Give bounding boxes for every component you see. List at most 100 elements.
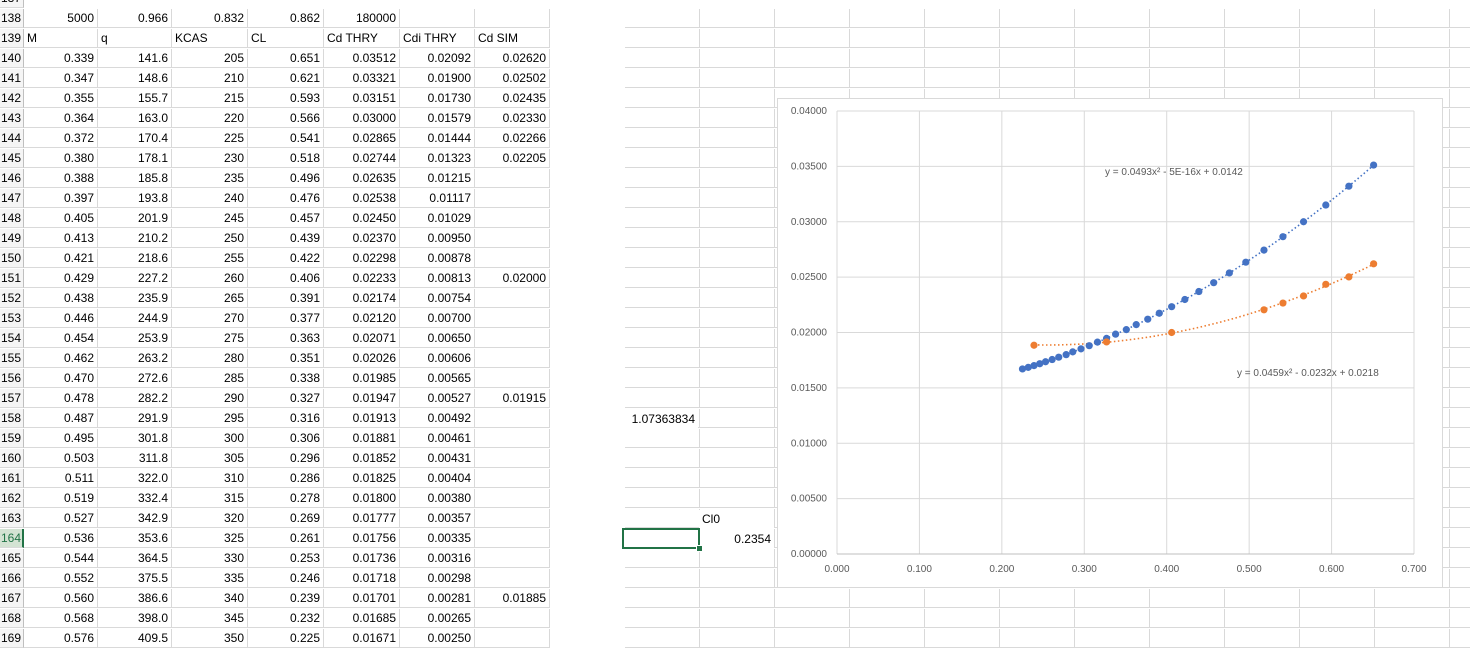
sheet-cell[interactable]: 0.00357 xyxy=(400,509,475,528)
sheet-cell[interactable] xyxy=(700,469,775,488)
sheet-cell[interactable] xyxy=(775,629,850,648)
sheet-cell[interactable]: 0.446 xyxy=(24,309,98,328)
sheet-cell[interactable] xyxy=(475,309,550,328)
sheet-cell[interactable]: 0.01685 xyxy=(324,609,400,628)
sheet-cell[interactable]: 163.0 xyxy=(98,109,172,128)
sheet-cell[interactable] xyxy=(850,29,925,48)
row-header[interactable]: 141 xyxy=(0,69,24,88)
sheet-cell[interactable] xyxy=(475,549,550,568)
sheet-cell[interactable]: 0.966 xyxy=(98,9,172,28)
sheet-cell[interactable] xyxy=(625,449,700,468)
sheet-cell[interactable]: 0.454 xyxy=(24,329,98,348)
sheet-cell[interactable]: 409.5 xyxy=(98,629,172,648)
sheet-cell[interactable]: 0.405 xyxy=(24,209,98,228)
sheet-cell-value[interactable]: Cl0 xyxy=(699,510,774,529)
sheet-cell[interactable]: 235.9 xyxy=(98,289,172,308)
sheet-cell[interactable]: 0.01777 xyxy=(324,509,400,528)
sheet-cell[interactable]: 0.01985 xyxy=(324,369,400,388)
sheet-cell[interactable] xyxy=(1000,9,1075,28)
sheet-cell[interactable]: 148.6 xyxy=(98,69,172,88)
sheet-cell[interactable]: 0.01671 xyxy=(324,629,400,648)
sheet-cell[interactable]: 272.6 xyxy=(98,369,172,388)
sheet-cell[interactable] xyxy=(1075,609,1150,628)
sheet-cell[interactable]: 0.00404 xyxy=(400,469,475,488)
sheet-cell[interactable] xyxy=(775,29,850,48)
sheet-cell[interactable]: 0.00650 xyxy=(400,329,475,348)
sheet-cell[interactable] xyxy=(850,9,925,28)
sheet-cell[interactable] xyxy=(1075,589,1150,608)
sheet-cell[interactable] xyxy=(1300,589,1375,608)
sheet-cell[interactable]: 0.01215 xyxy=(400,169,475,188)
sheet-cell[interactable]: 0.02298 xyxy=(324,249,400,268)
sheet-cell[interactable] xyxy=(475,369,550,388)
sheet-cell[interactable]: 0.296 xyxy=(248,449,324,468)
sheet-cell[interactable]: 375.5 xyxy=(98,569,172,588)
sheet-cell[interactable] xyxy=(1300,69,1375,88)
data-point-series-2[interactable] xyxy=(1322,280,1330,288)
sheet-cell[interactable] xyxy=(625,389,700,408)
sheet-cell[interactable]: 0.00461 xyxy=(400,429,475,448)
sheet-cell[interactable]: 210 xyxy=(172,69,248,88)
row-header[interactable]: 139 xyxy=(0,29,24,48)
row-header[interactable]: 161 xyxy=(0,469,24,488)
sheet-cell[interactable]: 0.00527 xyxy=(400,389,475,408)
sheet-cell[interactable] xyxy=(475,409,550,428)
sheet-cell[interactable]: 0.651 xyxy=(248,49,324,68)
sheet-cell[interactable]: 180000 xyxy=(324,9,400,28)
sheet-cell[interactable]: 0.01913 xyxy=(324,409,400,428)
sheet-cell[interactable]: 0.02174 xyxy=(324,289,400,308)
data-point-series-1[interactable] xyxy=(1093,338,1102,346)
sheet-cell[interactable]: 340 xyxy=(172,589,248,608)
sheet-cell[interactable] xyxy=(700,149,775,168)
sheet-cell[interactable] xyxy=(850,629,925,648)
sheet-cell[interactable] xyxy=(700,69,775,88)
sheet-cell[interactable]: 0.576 xyxy=(24,629,98,648)
data-point-series-1[interactable] xyxy=(1048,355,1056,364)
sheet-cell[interactable]: 244.9 xyxy=(98,309,172,328)
sheet-cell[interactable]: 0.03151 xyxy=(324,89,400,108)
sheet-cell[interactable]: 0.00565 xyxy=(400,369,475,388)
sheet-cell[interactable]: 0.01915 xyxy=(475,389,550,408)
sheet-cell[interactable]: 0.552 xyxy=(24,569,98,588)
row-header[interactable]: 137 xyxy=(0,0,24,8)
sheet-cell[interactable]: 0.02370 xyxy=(324,229,400,248)
sheet-cell[interactable] xyxy=(475,169,550,188)
data-point-series-1[interactable] xyxy=(1260,246,1268,254)
data-point-series-1[interactable] xyxy=(1085,342,1093,350)
sheet-cell[interactable] xyxy=(1375,9,1450,28)
sheet-cell[interactable]: 285 xyxy=(172,369,248,388)
sheet-cell[interactable]: 0.02205 xyxy=(475,149,550,168)
sheet-cell[interactable] xyxy=(625,289,700,308)
row-header[interactable]: 169 xyxy=(0,629,24,648)
sheet-cell[interactable] xyxy=(1150,609,1225,628)
sheet-cell[interactable]: 0.380 xyxy=(24,149,98,168)
sheet-cell-value[interactable]: 1.07363834 xyxy=(623,410,698,429)
sheet-cell[interactable]: 0.519 xyxy=(24,489,98,508)
sheet-cell[interactable] xyxy=(475,569,550,588)
sheet-cell[interactable]: 0.457 xyxy=(248,209,324,228)
sheet-cell[interactable] xyxy=(475,249,550,268)
sheet-cell[interactable]: 0.470 xyxy=(24,369,98,388)
sheet-cell[interactable] xyxy=(1450,249,1470,268)
sheet-cell[interactable]: 0.339 xyxy=(24,49,98,68)
sheet-cell[interactable] xyxy=(625,349,700,368)
sheet-cell[interactable] xyxy=(625,109,700,128)
sheet-cell[interactable] xyxy=(1450,469,1470,488)
sheet-cell[interactable]: 0.406 xyxy=(248,269,324,288)
sheet-cell[interactable]: 185.8 xyxy=(98,169,172,188)
sheet-cell[interactable] xyxy=(1225,69,1300,88)
sheet-cell[interactable] xyxy=(625,229,700,248)
sheet-cell[interactable] xyxy=(625,189,700,208)
sheet-cell[interactable]: 0.01117 xyxy=(400,189,475,208)
sheet-cell[interactable] xyxy=(775,69,850,88)
sheet-cell[interactable]: Cd THRY xyxy=(324,29,400,48)
sheet-cell[interactable] xyxy=(700,9,775,28)
sheet-cell[interactable]: 0.02502 xyxy=(475,69,550,88)
sheet-cell[interactable] xyxy=(400,9,475,28)
sheet-cell[interactable] xyxy=(1150,69,1225,88)
sheet-cell[interactable] xyxy=(1450,589,1470,608)
sheet-cell[interactable]: 0.422 xyxy=(248,249,324,268)
sheet-cell[interactable]: 332.4 xyxy=(98,489,172,508)
row-header[interactable]: 162 xyxy=(0,489,24,508)
row-header[interactable]: 165 xyxy=(0,549,24,568)
